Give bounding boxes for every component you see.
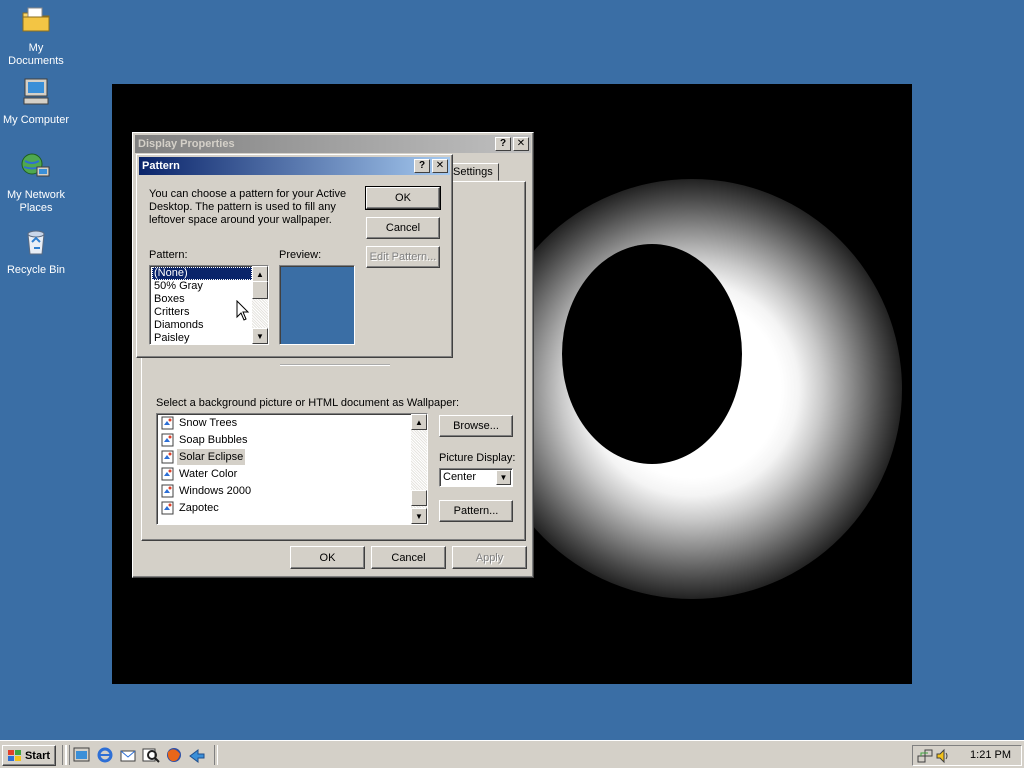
picture-file-icon [161,433,174,447]
chevron-down-icon[interactable]: ▼ [496,470,511,485]
wallpaper-scrollbar[interactable]: ▲ ▼ [411,414,427,524]
quick-launch-grip[interactable] [66,745,70,765]
monitor-stand [280,358,390,366]
wallpaper-list-item[interactable]: Solar Eclipse [161,449,246,465]
windows-logo-icon [7,749,21,761]
outlook-express-icon[interactable] [119,747,137,763]
wallpaper-list-item[interactable]: Soap Bubbles [161,432,248,448]
desktop-icon-recycle-bin[interactable]: Recycle Bin [0,226,72,277]
desktop: My Documents My Computer My Network Plac… [0,0,1024,740]
wallpaper-name: Zapotec [179,502,219,514]
wallpaper-name: Windows 2000 [179,485,252,497]
desktop-icon-my-documents[interactable]: My Documents [0,4,72,68]
wallpaper-list[interactable]: Snow Trees Soap Bubbles Solar Eclipse Water… [156,413,428,525]
ok-button[interactable]: OK [290,546,365,569]
pattern-list-item[interactable]: (None) [152,267,252,280]
scroll-thumb[interactable] [411,490,427,506]
volume-icon[interactable] [935,748,951,764]
pattern-list[interactable]: (None) 50% Gray Boxes Critters Diamonds Paisl… [149,265,269,345]
firefox-icon[interactable] [165,747,183,763]
picture-display-value: Center [443,471,477,483]
window-title: Display Properties [138,138,235,150]
help-button[interactable]: ? [414,159,430,173]
start-button[interactable]: Start [2,745,56,766]
help-button[interactable]: ? [495,137,511,151]
preview-label: Preview: [279,249,322,261]
pattern-cancel-button[interactable]: Cancel [366,217,440,239]
wallpaper-name: Snow Trees [179,417,238,429]
arrow-icon[interactable] [188,747,206,763]
pattern-list-item[interactable]: Paisley [152,332,191,345]
wallpaper-list-item[interactable]: Zapotec [161,500,219,516]
cancel-button[interactable]: Cancel [371,546,446,569]
desktop-icon-label: My Documents [8,42,64,67]
close-button[interactable]: ✕ [513,137,529,151]
wallpaper-label: Select a background picture or HTML docu… [156,397,460,409]
scroll-down-button[interactable]: ▼ [411,508,427,524]
picture-file-icon [161,467,174,481]
pattern-dialog: Pattern ? ✕ You can choose a pattern for… [136,154,453,358]
display-properties-titlebar[interactable]: Display Properties ? ✕ [135,135,531,153]
pattern-label: Pattern: [149,249,188,261]
taskbar-separator [214,745,218,765]
picture-display-select[interactable]: Center ▼ [439,468,513,487]
wallpaper-list-item[interactable]: Snow Trees [161,415,237,431]
pattern-list-item[interactable]: Critters [152,306,191,319]
description-line-2: Desktop. The pattern is used to fill any [149,201,336,213]
mouse-pointer-icon [236,300,250,321]
desktop-icon-my-network-places[interactable]: My Network Places [0,151,72,215]
scroll-down-button[interactable]: ▼ [252,328,268,344]
pattern-list-item[interactable]: 50% Gray [152,280,205,293]
show-desktop-icon[interactable] [73,747,91,763]
preview-fill [281,267,354,344]
apply-button[interactable]: Apply [452,546,527,569]
internet-explorer-icon[interactable] [96,747,114,763]
search-icon[interactable] [142,747,160,763]
wallpaper-list-item[interactable]: Windows 2000 [161,483,251,499]
system-tray: 1:21 PM [912,745,1022,766]
start-label: Start [24,749,51,762]
pattern-titlebar[interactable]: Pattern ? ✕ [139,157,450,175]
taskbar: Start 1:21 PM [0,740,1024,768]
picture-display-label: Picture Display: [439,452,516,464]
desktop-icon-my-computer[interactable]: My Computer [0,76,72,127]
wallpaper-name: Soap Bubbles [179,434,248,446]
description-line-3: leftover space around your wallpaper. [149,214,332,226]
pattern-preview [279,265,355,345]
close-button[interactable]: ✕ [432,159,448,173]
pattern-list-item[interactable]: Diamonds [152,319,206,332]
eclipse-moon [562,244,742,464]
picture-file-icon [161,501,174,515]
pattern-scrollbar[interactable]: ▲ ▼ [252,266,268,344]
edit-pattern-button[interactable]: Edit Pattern... [366,246,440,268]
picture-file-icon [161,450,174,464]
computer-icon [23,78,49,105]
recycle-bin-icon [27,230,45,255]
scroll-thumb[interactable] [252,281,268,299]
desktop-icon-label: My Computer [2,114,70,126]
folder-icon [22,7,50,32]
desktop-icon-label: Recycle Bin [6,264,66,276]
wallpaper-name: Solar Eclipse [177,449,246,465]
network-connection-icon[interactable] [917,748,933,764]
dialog-title: Pattern [142,160,180,172]
tab-settings[interactable]: Settings [447,163,499,181]
scroll-up-button[interactable]: ▲ [411,414,427,430]
picture-file-icon [161,484,174,498]
desktop-icon-label: My Network Places [6,189,66,214]
pattern-list-item[interactable]: Boxes [152,293,187,306]
network-icon [21,153,50,177]
wallpaper-name: Water Color [179,468,238,480]
pattern-button[interactable]: Pattern... [439,500,513,522]
picture-file-icon [161,416,174,430]
wallpaper-list-item[interactable]: Water Color [161,466,237,482]
browse-button[interactable]: Browse... [439,415,513,437]
clock[interactable]: 1:21 PM [970,749,1011,761]
pattern-ok-button[interactable]: OK [365,186,441,210]
description-line-1: You can choose a pattern for your Active [149,188,347,200]
scroll-up-button[interactable]: ▲ [252,266,268,282]
